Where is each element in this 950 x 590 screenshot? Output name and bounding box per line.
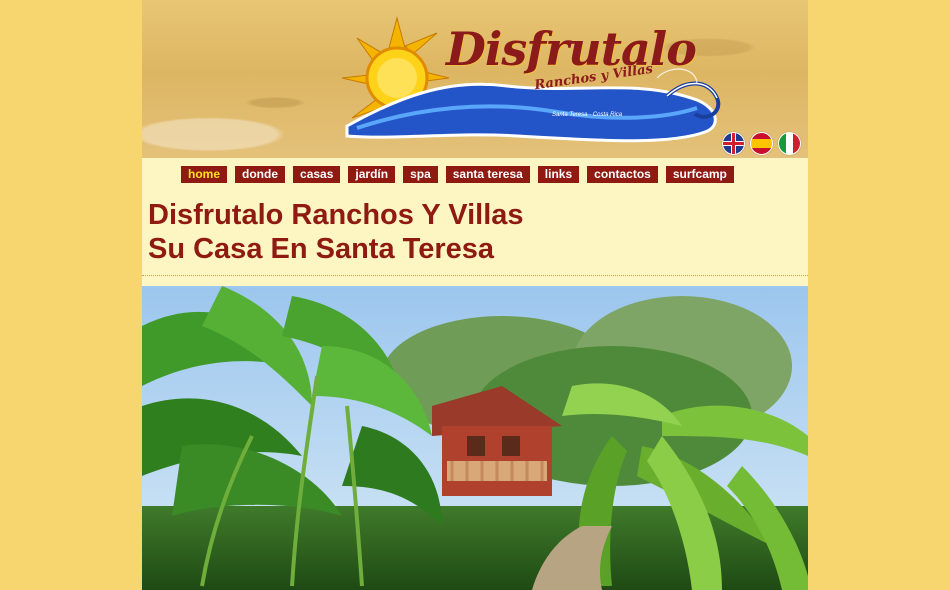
nav-item-santa-teresa[interactable]: santa teresa	[445, 166, 530, 183]
italian-flag-icon[interactable]	[778, 132, 801, 155]
page-title-line-2: Su Casa En Santa Teresa	[148, 233, 495, 265]
nav-item-surfcamp[interactable]: surfcamp	[665, 166, 734, 183]
logo-title[interactable]: Disfrutalo	[446, 22, 697, 76]
language-selector	[722, 132, 801, 155]
nav-item-contactos[interactable]: contactos	[587, 166, 658, 183]
nav-item-spa[interactable]: spa	[403, 166, 438, 183]
nav-item-donde[interactable]: donde	[235, 166, 286, 183]
nav-item-jardin[interactable]: jardín	[348, 166, 396, 183]
spanish-flag-icon[interactable]	[750, 132, 773, 155]
page-title: Disfrutalo Ranchos Y Villas Su Casa En S…	[148, 198, 524, 266]
nav-items: home donde casas jardín spa santa teresa…	[181, 166, 734, 183]
header-banner: Disfrutalo Ranchos y Villas Santa Teresa…	[142, 0, 808, 158]
english-flag-icon[interactable]	[722, 132, 745, 155]
logo-location: Santa Teresa · Costa Rica	[552, 112, 623, 118]
flag-cross	[732, 133, 735, 154]
page-title-line-1: Disfrutalo Ranchos Y Villas	[148, 199, 524, 231]
main-nav: home donde casas jardín spa santa teresa…	[142, 158, 808, 193]
nav-item-links[interactable]: links	[537, 166, 580, 183]
nav-item-home[interactable]: home	[181, 166, 228, 183]
nav-item-casas[interactable]: casas	[293, 166, 341, 183]
title-divider	[142, 275, 808, 276]
page-container: Disfrutalo Ranchos y Villas Santa Teresa…	[142, 0, 808, 590]
garden-photo-image	[142, 286, 808, 590]
hero-photo-garden-house	[142, 286, 808, 590]
